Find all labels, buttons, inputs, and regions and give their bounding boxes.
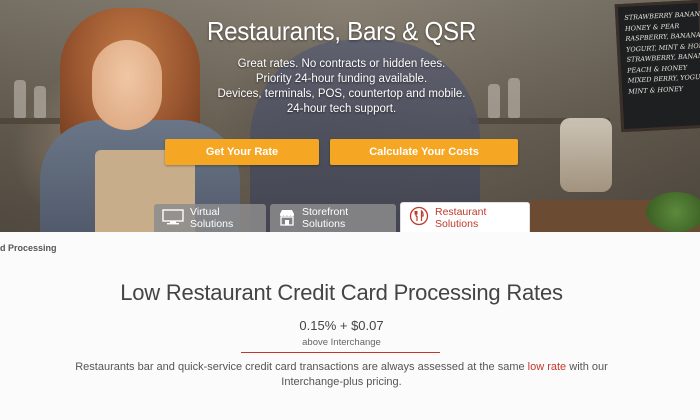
tab-restaurant-solutions[interactable]: Restaurant Solutions — [400, 202, 530, 232]
breadcrumb[interactable]: d Processing — [0, 243, 57, 253]
hero-banner: STRAWBERRY BANANA, HONEY & PEAR RASPBERR… — [0, 0, 700, 232]
get-your-rate-button[interactable]: Get Your Rate — [165, 139, 319, 165]
low-rate-link[interactable]: low rate — [528, 361, 567, 373]
utensils-icon — [409, 206, 429, 229]
page-title: Low Restaurant Credit Card Processing Ra… — [120, 280, 563, 305]
plant — [646, 192, 700, 232]
monitor-icon — [162, 208, 184, 228]
divider — [241, 352, 440, 353]
hero-feature-line: Devices, terminals, POS, countertop and … — [217, 88, 466, 100]
glass-jar — [560, 118, 612, 192]
rate-value: 0.15% + $0.07 — [299, 318, 384, 333]
hero-feature-line: 24-hour tech support. — [286, 103, 397, 115]
storefront-icon — [278, 208, 296, 229]
shelf — [0, 118, 60, 124]
tab-virtual-solutions[interactable]: Virtual Solutions — [154, 204, 266, 232]
rate-note: above Interchange — [302, 337, 381, 348]
calculate-costs-button[interactable]: Calculate Your Costs — [330, 139, 518, 165]
hero-feature-line: Great rates. No contracts or hidden fees… — [237, 58, 446, 70]
description: Restaurants bar and quick-service credit… — [60, 360, 623, 390]
tab-label: Storefront Solutions — [302, 206, 349, 230]
hero-features: Great rates. No contracts or hidden fees… — [0, 57, 683, 117]
hero-feature-line: Priority 24-hour funding available. — [255, 73, 428, 85]
tab-label: Restaurant Solutions — [435, 205, 487, 230]
tab-label: Virtual Solutions — [190, 206, 234, 230]
hero-title: Restaurants, Bars & QSR — [206, 16, 477, 46]
description-text: Restaurants bar and quick-service credit… — [75, 361, 528, 373]
tab-storefront-solutions[interactable]: Storefront Solutions — [270, 204, 396, 232]
